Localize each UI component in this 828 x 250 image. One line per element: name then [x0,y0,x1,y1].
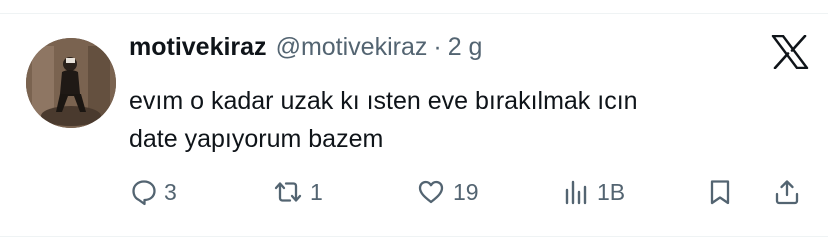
reply-icon [132,180,156,206]
tweet-header: motivekiraz @motivekiraz · 2 g [129,33,482,67]
action-bar: 3 1 19 1B [0,172,828,212]
bookmark-icon [710,180,730,205]
bookmark-button[interactable] [706,172,734,212]
reply-count: 3 [164,178,177,205]
views-button[interactable]: 1B [563,172,625,212]
x-logo-icon [771,34,809,70]
retweet-button[interactable]: 1 [272,172,323,212]
bottom-divider [0,236,828,237]
avatar-photo [26,38,116,128]
tweet-text-line: evım o kadar uzak kı ısten eve bırakılma… [129,87,638,115]
user-handle[interactable]: @motivekiraz [276,33,428,62]
separator-dot: · [433,33,442,61]
like-button[interactable]: 19 [415,172,479,212]
tweet-text: evım o kadar uzak kı ısten eve bırakılma… [129,82,789,158]
views-icon [565,180,587,205]
avatar[interactable] [26,38,116,128]
view-count: 1B [597,178,626,205]
retweet-count: 1 [310,178,323,205]
reply-button[interactable]: 3 [130,172,177,212]
share-button[interactable] [773,172,801,212]
heart-icon [418,180,444,204]
top-divider [0,13,828,14]
tweet-text-line: date yapıyorum bazem [129,125,384,153]
timestamp[interactable]: 2 g [448,33,483,62]
retweet-icon [274,182,302,202]
like-count: 19 [453,178,479,205]
share-icon [775,180,799,205]
display-name[interactable]: motivekiraz [129,33,267,62]
